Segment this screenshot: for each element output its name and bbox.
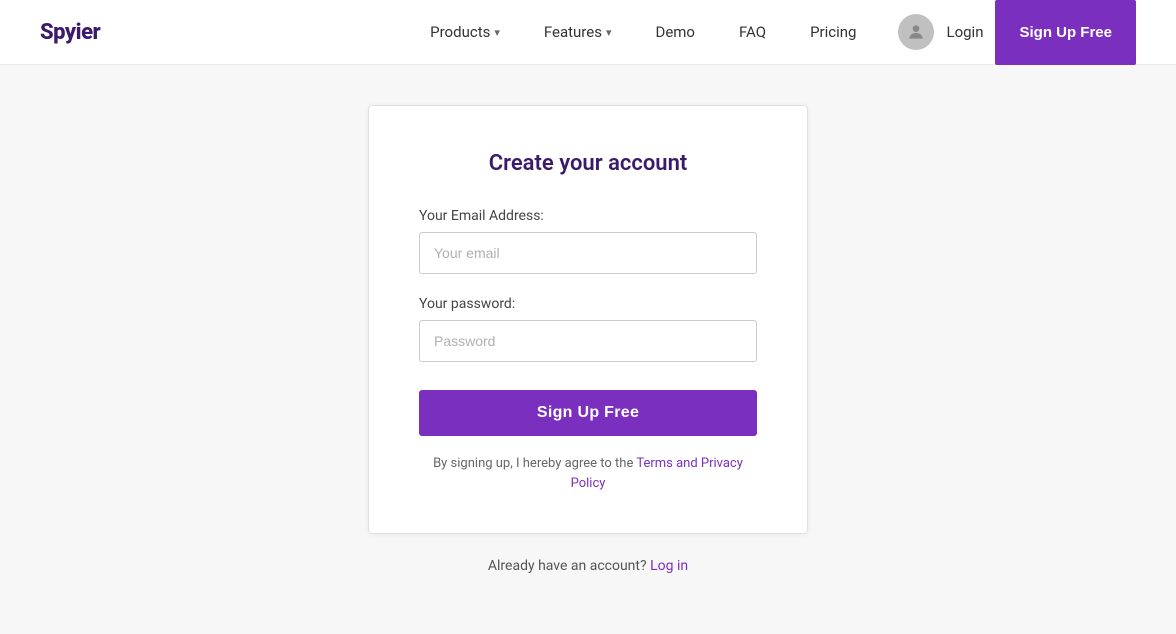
chevron-down-icon: ▾: [606, 26, 612, 39]
user-icon[interactable]: [898, 14, 934, 50]
password-label: Your password:: [419, 296, 757, 312]
email-input[interactable]: [419, 232, 757, 274]
password-input[interactable]: [419, 320, 757, 362]
signup-card: Create your account Your Email Address: …: [368, 105, 808, 534]
logo[interactable]: Spyier: [40, 20, 100, 45]
main-content: Create your account Your Email Address: …: [0, 65, 1176, 634]
login-link[interactable]: Login: [946, 23, 983, 41]
signup-button-main[interactable]: Sign Up Free: [419, 390, 757, 436]
main-nav: Products ▾ Features ▾ Demo FAQ Pricing: [408, 15, 878, 49]
password-form-group: Your password:: [419, 296, 757, 362]
terms-text: By signing up, I hereby agree to the Ter…: [419, 454, 757, 493]
nav-item-features[interactable]: Features ▾: [522, 15, 634, 49]
already-account-text: Already have an account? Log in: [488, 558, 688, 574]
nav-item-faq[interactable]: FAQ: [717, 15, 788, 49]
header: Spyier Products ▾ Features ▾ Demo FAQ Pr…: [0, 0, 1176, 65]
email-form-group: Your Email Address:: [419, 208, 757, 274]
login-area: Login Sign Up Free: [898, 0, 1136, 65]
login-link-bottom[interactable]: Log in: [650, 558, 688, 574]
signup-button-header[interactable]: Sign Up Free: [995, 0, 1136, 65]
nav-item-demo[interactable]: Demo: [633, 15, 717, 49]
nav-item-products[interactable]: Products ▾: [408, 15, 522, 49]
email-label: Your Email Address:: [419, 208, 757, 224]
nav-item-pricing[interactable]: Pricing: [788, 15, 878, 49]
card-title: Create your account: [419, 151, 757, 176]
chevron-down-icon: ▾: [494, 26, 500, 39]
